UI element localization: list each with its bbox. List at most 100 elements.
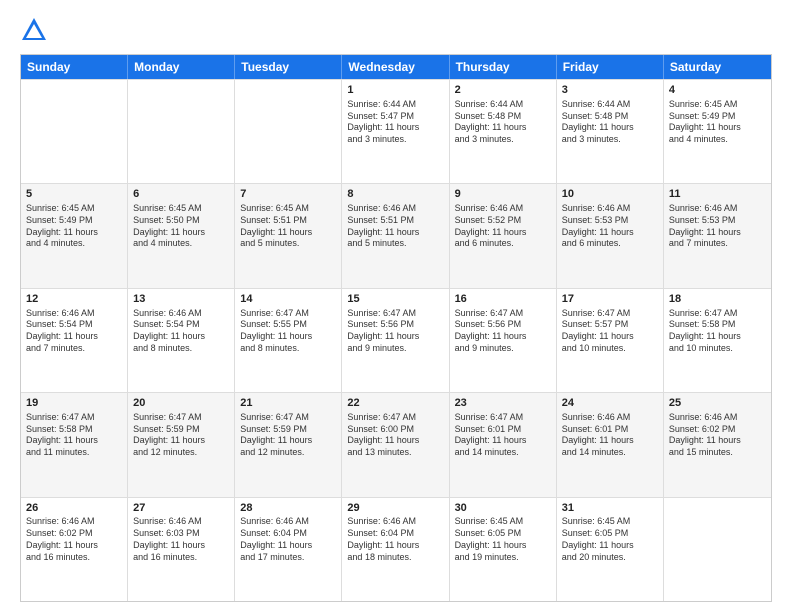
cell-info: and 3 minutes. xyxy=(347,134,443,146)
day-number: 27 xyxy=(133,501,229,516)
day-number: 18 xyxy=(669,292,766,307)
cell-info: Sunrise: 6:45 AM xyxy=(26,203,122,215)
cell-info: Daylight: 11 hours xyxy=(562,331,658,343)
cell-info: Sunset: 5:59 PM xyxy=(240,424,336,436)
cell-info: Sunrise: 6:47 AM xyxy=(347,412,443,424)
cal-cell: 12Sunrise: 6:46 AMSunset: 5:54 PMDayligh… xyxy=(21,289,128,392)
cell-info: Sunset: 6:00 PM xyxy=(347,424,443,436)
cell-info: Sunrise: 6:45 AM xyxy=(562,516,658,528)
cell-info: Sunset: 5:56 PM xyxy=(347,319,443,331)
cal-cell: 22Sunrise: 6:47 AMSunset: 6:00 PMDayligh… xyxy=(342,393,449,496)
cell-info: and 13 minutes. xyxy=(347,447,443,459)
weekday-header-saturday: Saturday xyxy=(664,55,771,79)
cell-info: Daylight: 11 hours xyxy=(455,122,551,134)
day-number: 4 xyxy=(669,83,766,98)
day-number: 12 xyxy=(26,292,122,307)
cell-info: Sunset: 5:49 PM xyxy=(669,111,766,123)
cell-info: and 4 minutes. xyxy=(26,238,122,250)
logo-icon xyxy=(20,16,48,44)
cell-info: Sunrise: 6:46 AM xyxy=(26,516,122,528)
cal-cell: 10Sunrise: 6:46 AMSunset: 5:53 PMDayligh… xyxy=(557,184,664,287)
cell-info: Sunset: 6:02 PM xyxy=(669,424,766,436)
cell-info: Sunrise: 6:46 AM xyxy=(347,203,443,215)
day-number: 24 xyxy=(562,396,658,411)
cal-cell: 19Sunrise: 6:47 AMSunset: 5:58 PMDayligh… xyxy=(21,393,128,496)
cal-cell xyxy=(21,80,128,183)
cal-cell: 21Sunrise: 6:47 AMSunset: 5:59 PMDayligh… xyxy=(235,393,342,496)
cell-info: and 9 minutes. xyxy=(347,343,443,355)
cell-info: Sunrise: 6:46 AM xyxy=(455,203,551,215)
cell-info: Daylight: 11 hours xyxy=(347,122,443,134)
cell-info: Daylight: 11 hours xyxy=(669,331,766,343)
cell-info: Sunrise: 6:47 AM xyxy=(669,308,766,320)
cal-cell: 13Sunrise: 6:46 AMSunset: 5:54 PMDayligh… xyxy=(128,289,235,392)
cal-cell: 6Sunrise: 6:45 AMSunset: 5:50 PMDaylight… xyxy=(128,184,235,287)
cell-info: and 12 minutes. xyxy=(240,447,336,459)
cal-cell: 25Sunrise: 6:46 AMSunset: 6:02 PMDayligh… xyxy=(664,393,771,496)
cell-info: Sunset: 5:58 PM xyxy=(669,319,766,331)
cell-info: Sunrise: 6:46 AM xyxy=(669,412,766,424)
cal-cell: 27Sunrise: 6:46 AMSunset: 6:03 PMDayligh… xyxy=(128,498,235,601)
cell-info: and 9 minutes. xyxy=(455,343,551,355)
cell-info: Sunset: 5:54 PM xyxy=(26,319,122,331)
cal-cell: 8Sunrise: 6:46 AMSunset: 5:51 PMDaylight… xyxy=(342,184,449,287)
cell-info: Daylight: 11 hours xyxy=(669,122,766,134)
cal-cell: 17Sunrise: 6:47 AMSunset: 5:57 PMDayligh… xyxy=(557,289,664,392)
cal-cell: 29Sunrise: 6:46 AMSunset: 6:04 PMDayligh… xyxy=(342,498,449,601)
cal-cell: 5Sunrise: 6:45 AMSunset: 5:49 PMDaylight… xyxy=(21,184,128,287)
cell-info: Daylight: 11 hours xyxy=(133,227,229,239)
cell-info: Daylight: 11 hours xyxy=(240,331,336,343)
cal-cell: 15Sunrise: 6:47 AMSunset: 5:56 PMDayligh… xyxy=(342,289,449,392)
day-number: 10 xyxy=(562,187,658,202)
cell-info: Sunset: 6:01 PM xyxy=(562,424,658,436)
cell-info: Sunset: 6:04 PM xyxy=(240,528,336,540)
cell-info: Daylight: 11 hours xyxy=(562,540,658,552)
cell-info: and 12 minutes. xyxy=(133,447,229,459)
cell-info: and 20 minutes. xyxy=(562,552,658,564)
cell-info: Sunrise: 6:44 AM xyxy=(347,99,443,111)
header xyxy=(20,16,772,44)
cell-info: and 3 minutes. xyxy=(562,134,658,146)
day-number: 29 xyxy=(347,501,443,516)
day-number: 5 xyxy=(26,187,122,202)
day-number: 9 xyxy=(455,187,551,202)
cell-info: Sunrise: 6:46 AM xyxy=(133,308,229,320)
day-number: 30 xyxy=(455,501,551,516)
cell-info: Sunset: 6:05 PM xyxy=(455,528,551,540)
day-number: 7 xyxy=(240,187,336,202)
cell-info: Sunrise: 6:46 AM xyxy=(562,412,658,424)
cell-info: Daylight: 11 hours xyxy=(240,435,336,447)
cell-info: Daylight: 11 hours xyxy=(455,227,551,239)
day-number: 15 xyxy=(347,292,443,307)
cell-info: Sunrise: 6:46 AM xyxy=(347,516,443,528)
cell-info: and 3 minutes. xyxy=(455,134,551,146)
cell-info: Sunset: 6:01 PM xyxy=(455,424,551,436)
cell-info: Sunset: 5:59 PM xyxy=(133,424,229,436)
cal-cell: 7Sunrise: 6:45 AMSunset: 5:51 PMDaylight… xyxy=(235,184,342,287)
day-number: 31 xyxy=(562,501,658,516)
calendar-row-2: 5Sunrise: 6:45 AMSunset: 5:49 PMDaylight… xyxy=(21,183,771,287)
cell-info: Sunrise: 6:46 AM xyxy=(26,308,122,320)
cell-info: and 16 minutes. xyxy=(133,552,229,564)
day-number: 23 xyxy=(455,396,551,411)
cell-info: Sunrise: 6:47 AM xyxy=(455,412,551,424)
cell-info: Sunrise: 6:45 AM xyxy=(669,99,766,111)
cell-info: Daylight: 11 hours xyxy=(455,540,551,552)
cell-info: Sunset: 5:47 PM xyxy=(347,111,443,123)
cell-info: and 5 minutes. xyxy=(240,238,336,250)
cell-info: and 7 minutes. xyxy=(669,238,766,250)
cell-info: Daylight: 11 hours xyxy=(26,331,122,343)
cell-info: Daylight: 11 hours xyxy=(347,435,443,447)
cal-cell xyxy=(128,80,235,183)
cell-info: Sunrise: 6:44 AM xyxy=(562,99,658,111)
weekday-header-wednesday: Wednesday xyxy=(342,55,449,79)
day-number: 11 xyxy=(669,187,766,202)
calendar-body: 1Sunrise: 6:44 AMSunset: 5:47 PMDaylight… xyxy=(21,79,771,601)
cal-cell: 4Sunrise: 6:45 AMSunset: 5:49 PMDaylight… xyxy=(664,80,771,183)
cell-info: and 7 minutes. xyxy=(26,343,122,355)
cell-info: Sunset: 6:02 PM xyxy=(26,528,122,540)
cell-info: Daylight: 11 hours xyxy=(133,331,229,343)
day-number: 22 xyxy=(347,396,443,411)
cell-info: Daylight: 11 hours xyxy=(133,435,229,447)
cal-cell xyxy=(664,498,771,601)
